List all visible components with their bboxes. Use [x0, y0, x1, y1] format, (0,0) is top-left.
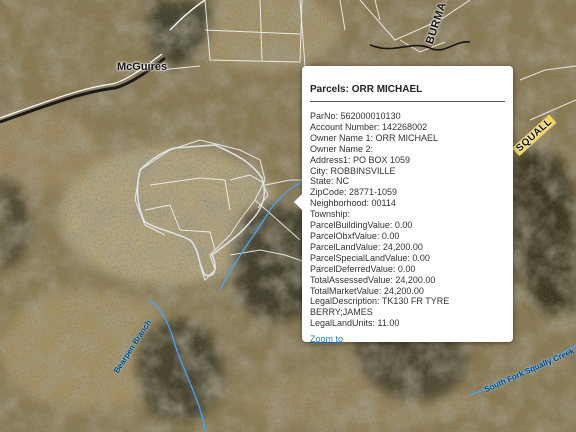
popup-pointer	[294, 194, 302, 210]
field-neighborhood: Neighborhood: 00114	[310, 198, 396, 209]
field-parcel-deferred-value: ParcelDeferredValue: 0.00	[310, 263, 416, 274]
zoom-to-link[interactable]: Zoom to	[310, 334, 343, 345]
field-parcel-land-value: ParcelLandValue: 24,200.00	[310, 241, 423, 252]
field-owner-name-1: Owner Name 1: ORR MICHAEL	[310, 132, 439, 143]
field-state: State: NC	[310, 176, 350, 187]
field-zipcode: ZipCode: 28771-1059	[310, 187, 398, 198]
field-legal-land-units: LegalLandUnits: 11.00	[310, 318, 400, 329]
field-parcel-special-land-value: ParcelSpecialLandValue: 0.00	[310, 252, 430, 263]
field-parcel-building-value: ParcelBuildingValue: 0.00	[310, 220, 413, 231]
field-account-number: Account Number: 142268002	[310, 121, 428, 132]
field-total-assessed-value: TotalAssessedValue: 24,200.00	[310, 274, 436, 285]
field-owner-name-2: Owner Name 2:	[310, 143, 374, 154]
place-label-mcguires: McGuires	[117, 61, 168, 73]
field-city: City: ROBBINSVILLE	[310, 165, 396, 176]
field-parcel-obxf-value: ParcelObxfValue: 0.00	[310, 230, 400, 241]
field-parno: ParNo: 562000010130	[310, 111, 401, 121]
popup-title: Parcels: ORR MICHAEL	[310, 84, 505, 102]
parcel-popup[interactable]: Parcels: ORR MICHAEL ParNo: 562000010130…	[294, 66, 513, 345]
field-address1: Address1: PO BOX 1059	[310, 154, 411, 165]
field-township: Township:	[310, 209, 351, 220]
field-total-market-value: TotalMarketValue: 24,200.00	[310, 285, 424, 296]
field-legal-description: LegalDescription: TK130 FR TYRE BERRY;JA…	[310, 296, 450, 318]
